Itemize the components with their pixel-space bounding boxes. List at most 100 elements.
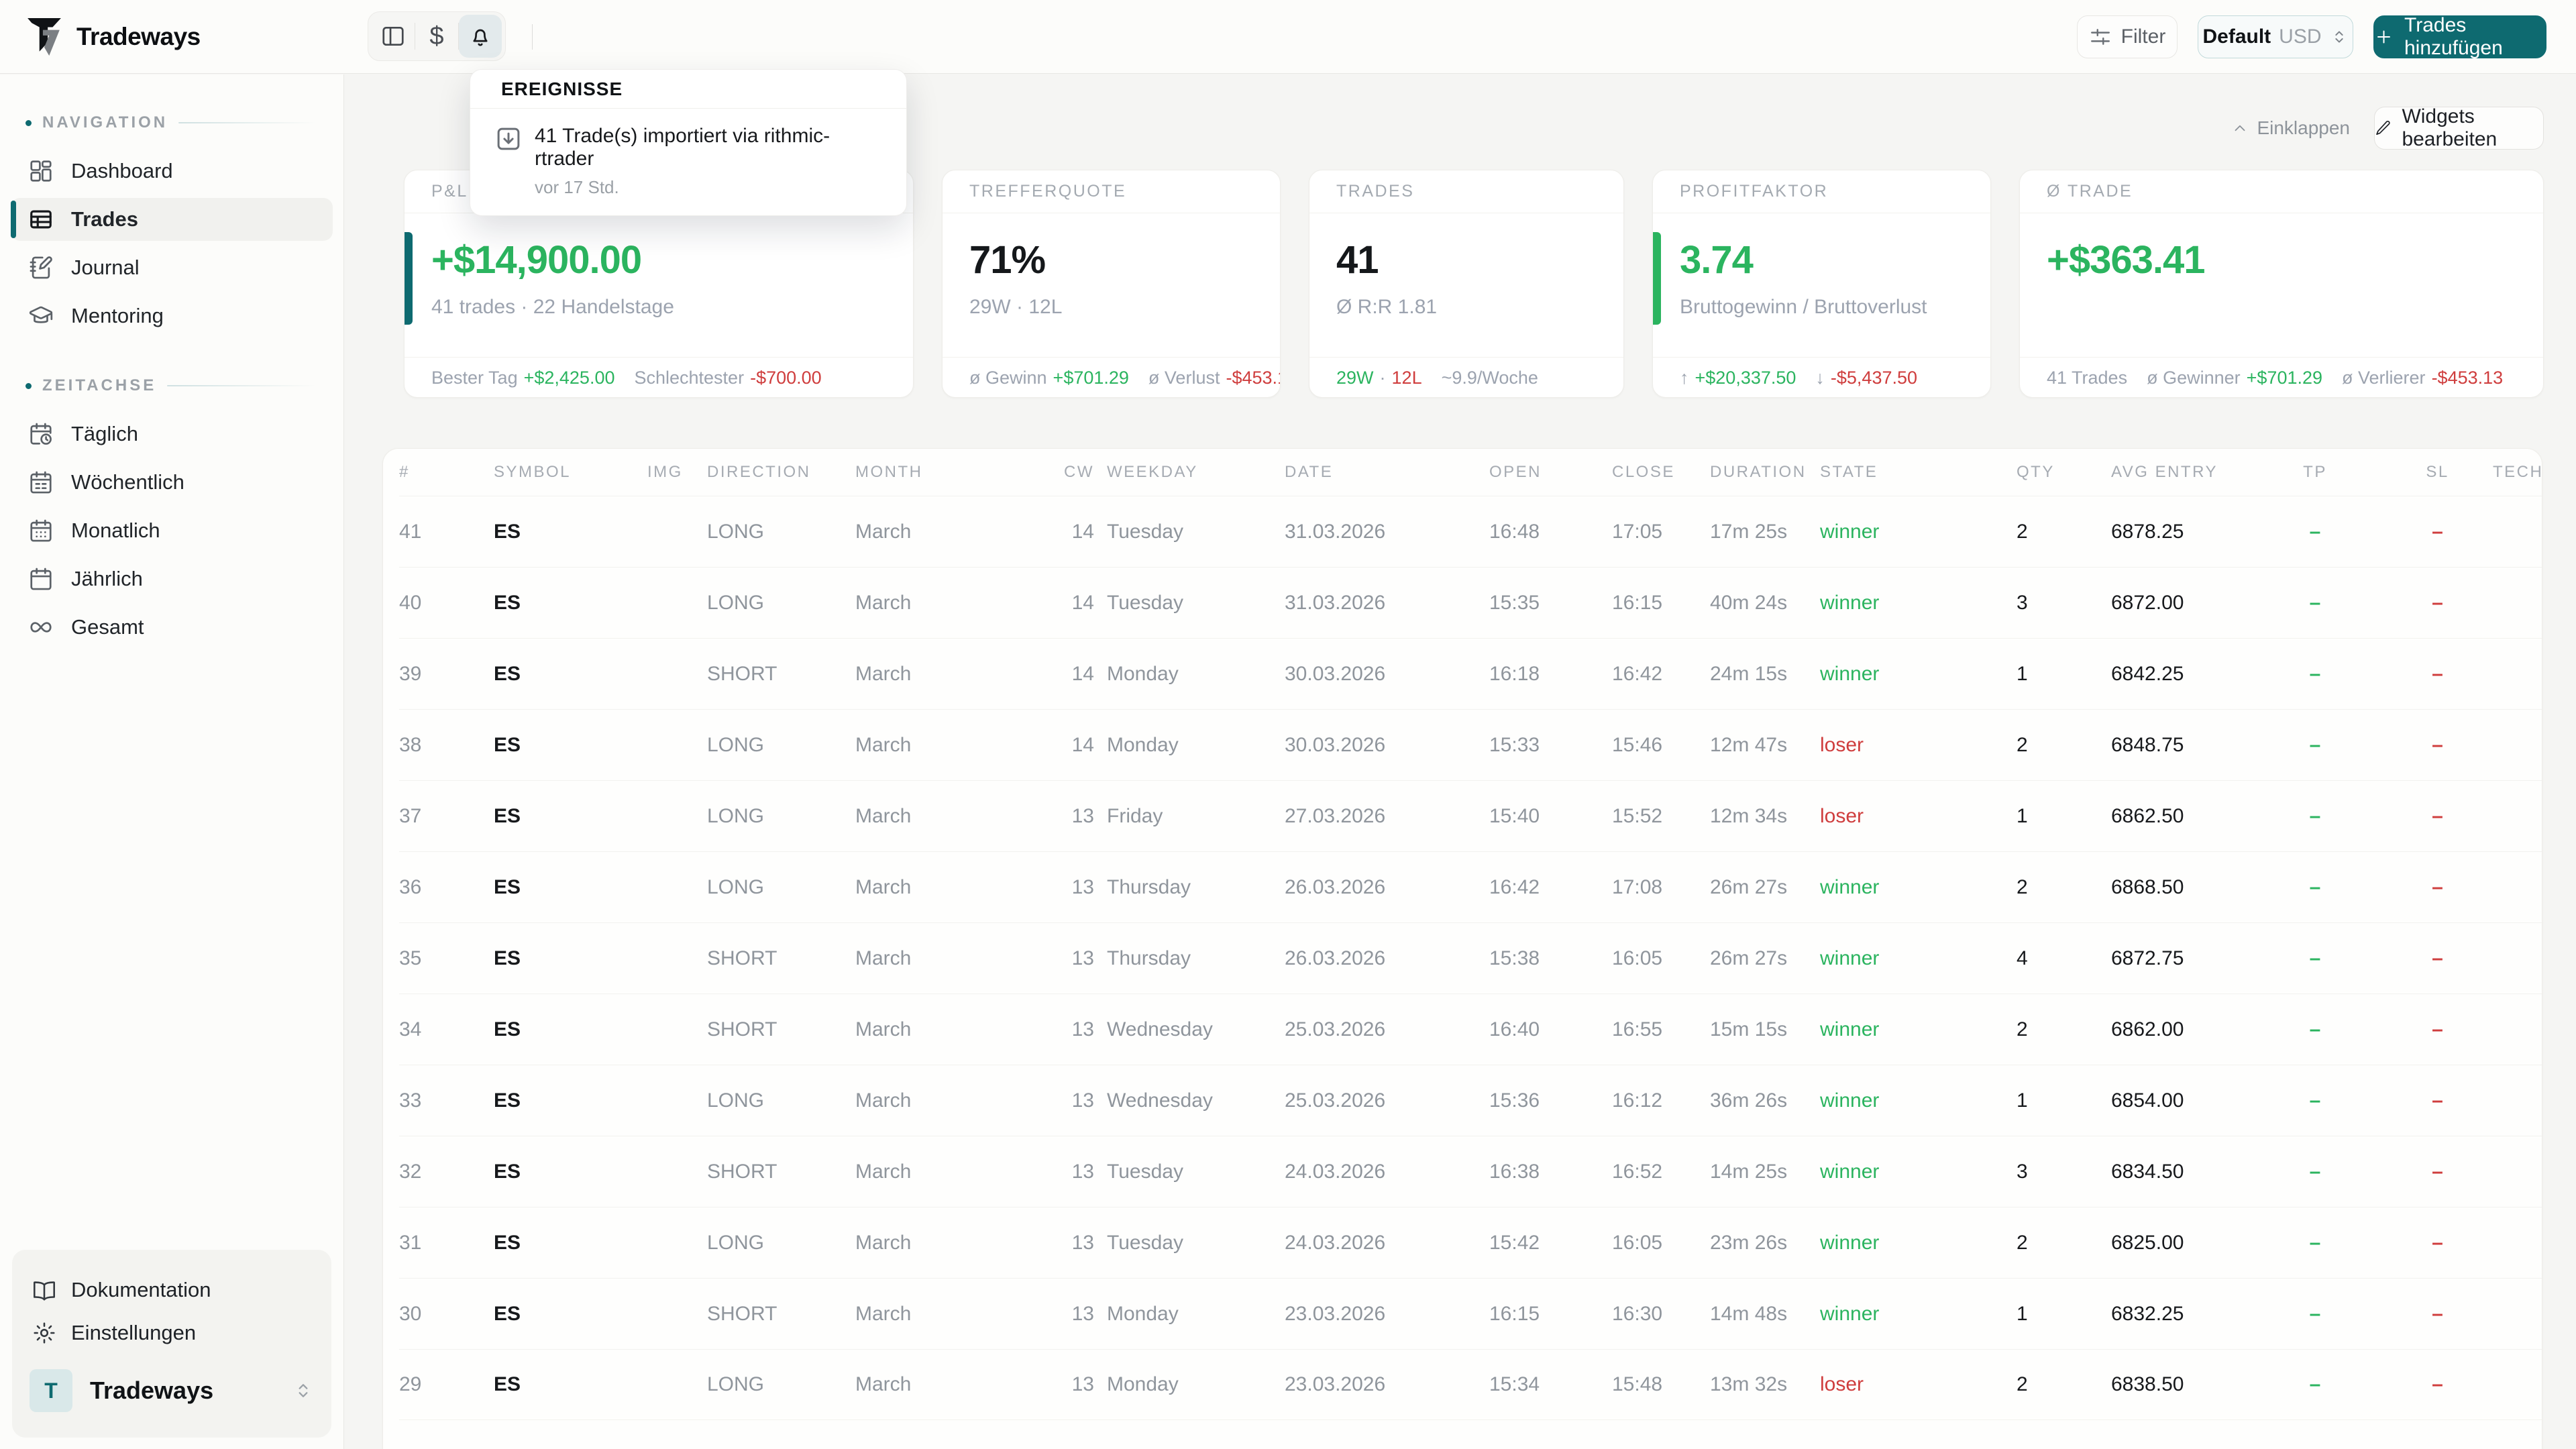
cell-avg_entry: 6868.50 — [2111, 875, 2184, 898]
cell-tp: – — [2309, 1373, 2321, 1395]
column-header-avg_entry[interactable]: AVG ENTRY — [2111, 463, 2248, 482]
table-row[interactable]: 31 ES LONG March 13 Tuesday 24.03.2026 15:42 16:… — [399, 1207, 2542, 1278]
sidebar-item[interactable]: Täglich — [11, 413, 333, 455]
cell-month: March — [855, 733, 912, 756]
sidebar-item[interactable]: Dashboard — [11, 150, 333, 193]
cell-tp: – — [2309, 733, 2321, 756]
column-header-sl[interactable]: SL — [2382, 463, 2493, 482]
sidebar-item[interactable]: Jährlich — [11, 557, 333, 600]
column-header-close[interactable]: CLOSE — [1612, 463, 1710, 482]
column-header-state[interactable]: STATE — [1820, 463, 1986, 482]
table-row[interactable]: 40 ES LONG March 14 Tuesday 31.03.2026 15:35 16:… — [399, 567, 2542, 638]
table-row[interactable]: 32 ES SHORT March 13 Tuesday 24.03.2026 16:38 16… — [399, 1136, 2542, 1207]
column-header-direction[interactable]: DIRECTION — [707, 463, 855, 482]
filter-label: Filter — [2121, 25, 2166, 48]
cell-month: March — [855, 875, 912, 898]
column-header-duration[interactable]: DURATION — [1710, 463, 1820, 482]
column-header-weekday[interactable]: WEEKDAY — [1094, 463, 1285, 482]
sidebar-item[interactable]: Wöchentlich — [11, 461, 333, 504]
workspace-switcher[interactable]: T Tradeways — [30, 1369, 314, 1412]
column-header-symbol[interactable]: SYMBOL — [494, 463, 647, 482]
cell-sl: – — [2432, 875, 2443, 898]
table-row[interactable]: 38 ES LONG March 14 Monday 30.03.2026 15:33 15:4… — [399, 709, 2542, 780]
filter-button[interactable]: Filter — [2077, 15, 2178, 58]
cell-open: 16:40 — [1489, 1018, 1540, 1040]
cell-symbol: ES — [494, 1089, 521, 1112]
cell-date: 31.03.2026 — [1285, 591, 1386, 614]
sidebar-item-label: Gesamt — [71, 615, 144, 639]
filter-icon — [2089, 25, 2112, 48]
sidebar-item[interactable]: Monatlich — [11, 509, 333, 552]
stat-subtitle: Bruttogewinn / Bruttoverlust — [1680, 296, 1927, 318]
table-row[interactable]: 34 ES SHORT March 13 Wednesday 25.03.2026 16:40… — [399, 994, 2542, 1065]
sidebar-item-label: Trades — [71, 207, 138, 231]
account-select[interactable]: Default USD — [2198, 15, 2353, 58]
column-header-tech[interactable]: TECHNIK — [2493, 463, 2542, 482]
column-header-open[interactable]: OPEN — [1489, 463, 1612, 482]
cell-symbol: ES — [494, 1231, 521, 1254]
table-row[interactable]: 33 ES LONG March 13 Wednesday 25.03.2026 15:36 1… — [399, 1065, 2542, 1136]
column-header-date[interactable]: DATE — [1285, 463, 1489, 482]
cell-duration: 14m 48s — [1710, 1302, 1788, 1325]
stat-subtitle: 41 trades · 22 Handelstage — [431, 296, 674, 318]
collapse-widgets-link[interactable]: Einklappen — [2231, 117, 2350, 139]
stat-footer-segment: Schlechtester — [634, 368, 745, 388]
cell-sl: – — [2432, 662, 2443, 685]
sidebar-item-documentation[interactable]: Dokumentation — [30, 1269, 314, 1311]
cell-cw: 13 — [1071, 1089, 1094, 1112]
cell-direction: LONG — [707, 1089, 765, 1112]
add-trades-button[interactable]: Trades hinzufügen — [2373, 14, 2546, 59]
column-header-qty[interactable]: QTY — [1986, 463, 2111, 482]
stat-footer-segment: -$700.00 — [750, 368, 822, 388]
table-row[interactable]: 39 ES SHORT March 14 Monday 30.03.2026 16:18 16:… — [399, 638, 2542, 709]
column-header-img[interactable]: IMG — [647, 463, 707, 482]
column-header-month[interactable]: MONTH — [855, 463, 1047, 482]
table-row[interactable]: 30 ES SHORT March 13 Monday 23.03.2026 16:15 16:… — [399, 1278, 2542, 1349]
brand-name: Tradeways — [76, 23, 201, 50]
table-row[interactable]: 29 ES LONG March 13 Monday 23.03.2026 15:34 15:4… — [399, 1349, 2542, 1420]
nav-list-main: Dashboard Trades Journal Mentoring — [0, 150, 343, 337]
table-row[interactable]: 41 ES LONG March 14 Tuesday 31.03.2026 16:48 17:… — [399, 496, 2542, 567]
cell-num: 37 — [399, 804, 422, 827]
sidebar-item[interactable]: Gesamt — [11, 606, 333, 649]
sidebar-item[interactable]: Trades — [11, 198, 333, 241]
sidebar-item-settings[interactable]: Einstellungen — [30, 1311, 314, 1354]
collapse-label: Einklappen — [2257, 117, 2350, 138]
stat-footer-segment: ø Verlierer — [2342, 368, 2426, 388]
column-header-num[interactable]: # — [399, 463, 494, 482]
table-row[interactable]: 37 ES LONG March 13 Friday 27.03.2026 15:40 15:5… — [399, 780, 2542, 851]
column-header-cw[interactable]: CW — [1047, 463, 1094, 482]
cell-weekday: Tuesday — [1107, 1160, 1183, 1183]
cell-direction: LONG — [707, 1373, 765, 1395]
column-header-tp[interactable]: TP — [2248, 463, 2382, 482]
cell-duration: 26m 27s — [1710, 875, 1788, 898]
cell-duration: 26m 27s — [1710, 947, 1788, 969]
cell-sl: – — [2432, 1089, 2443, 1112]
table-row[interactable]: 36 ES LONG March 13 Thursday 26.03.2026 16:42 17… — [399, 851, 2542, 922]
edit-widgets-button[interactable]: Widgets bearbeiten — [2374, 105, 2544, 150]
cell-state: winner — [1820, 591, 1880, 614]
cell-sl: – — [2432, 1231, 2443, 1254]
cell-avg_entry: 6832.25 — [2111, 1302, 2184, 1325]
tradeways-logo-icon — [28, 18, 61, 56]
yearly-icon — [28, 566, 54, 592]
brand: Tradeways — [27, 0, 201, 74]
sidebar-footer: Dokumentation Einstellungen T Tradeways — [12, 1250, 331, 1438]
sidebar-toggle-button[interactable] — [372, 15, 415, 58]
notifications-button[interactable] — [459, 15, 502, 58]
cell-state: loser — [1820, 733, 1864, 756]
cell-cw: 14 — [1071, 591, 1094, 614]
currency-button[interactable]: $ — [415, 15, 458, 58]
sidebar-item[interactable]: Mentoring — [11, 294, 333, 337]
cell-qty: 1 — [2017, 1302, 2028, 1325]
event-item[interactable]: 41 Trade(s) importiert via rithmic-rtrad… — [470, 109, 906, 215]
stat-value: +$363.41 — [2047, 238, 2206, 282]
cell-weekday: Wednesday — [1107, 1089, 1213, 1112]
cell-month: March — [855, 1231, 912, 1254]
cell-open: 16:18 — [1489, 662, 1540, 685]
cell-qty: 2 — [2017, 733, 2028, 756]
table-row[interactable]: 35 ES SHORT March 13 Thursday 26.03.2026 15:38 1… — [399, 922, 2542, 994]
cell-tp: – — [2309, 875, 2321, 898]
sidebar-item[interactable]: Journal — [11, 246, 333, 289]
stat-card-label: Ø TRADE — [2047, 182, 2133, 201]
